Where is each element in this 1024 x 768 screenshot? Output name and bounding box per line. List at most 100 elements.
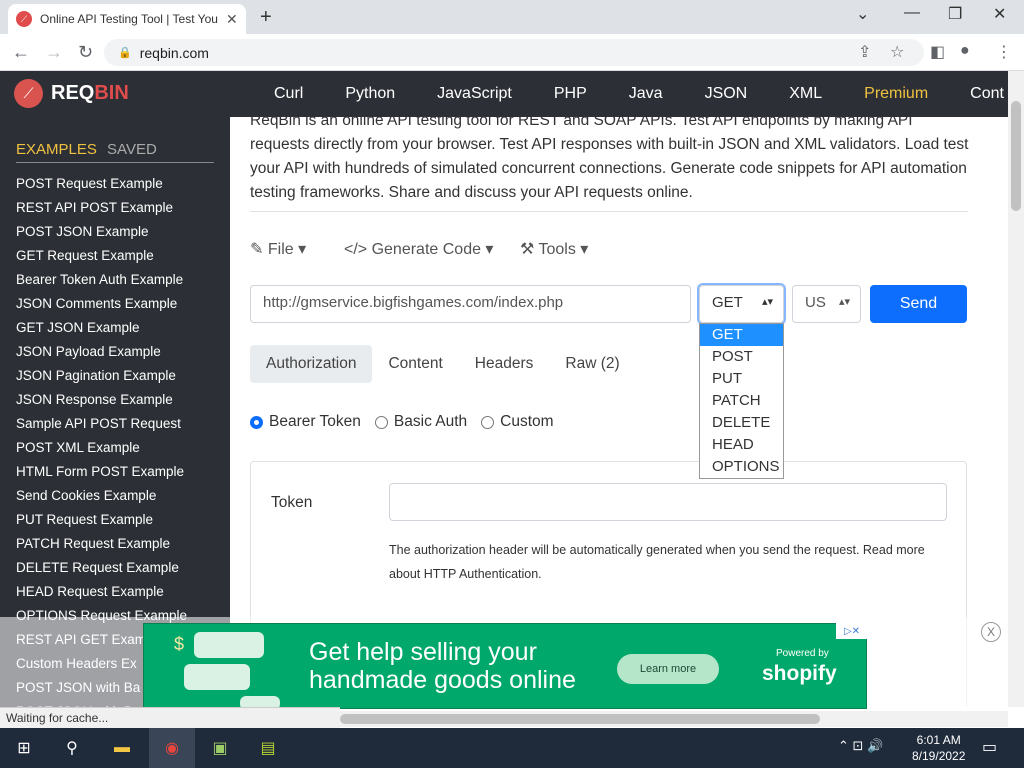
dollar-icon: $ [174,634,185,654]
ad-learn-more-button[interactable]: Learn more [617,654,719,684]
sidebar-example-item[interactable]: HEAD Request Example [16,580,187,604]
new-tab-button[interactable]: + [260,6,272,29]
url-field[interactable]: 🔒 reqbin.com [104,39,924,66]
region-select[interactable]: US ▴▾ [792,285,861,323]
method-option[interactable]: GET [700,324,783,346]
browser-tab[interactable]: ⟋ Online API Testing Tool | Test You ✕ [8,4,246,34]
scrollbar-thumb[interactable] [340,714,820,724]
logo-text-bin: BIN [94,82,129,104]
radio-basic-auth[interactable]: Basic Auth [374,413,468,431]
method-option[interactable]: PUT [700,368,783,390]
method-select[interactable]: GET ▴▾ [699,285,784,323]
send-button[interactable]: Send [870,285,967,323]
taskbar-clock[interactable]: 6:01 AM 8/19/2022 [912,732,965,764]
browser-status-bar: Waiting for cache... [0,707,340,728]
terminal-app-icon[interactable]: ▣ [208,736,232,760]
restore-icon[interactable]: ❐ [948,4,962,24]
method-option[interactable]: OPTIONS [700,456,783,478]
forward-icon[interactable]: → [45,42,63,63]
nav-php[interactable]: PHP [554,85,587,103]
sidebar-example-item[interactable]: JSON Payload Example [16,340,187,364]
share-icon[interactable]: ⇪ [858,42,871,62]
generate-code-label: Generate Code [371,241,481,258]
sidebar-example-item[interactable]: HTML Form POST Example [16,460,187,484]
radio-bearer-token[interactable]: Bearer Token [250,413,361,431]
sidebar-example-item[interactable]: JSON Pagination Example [16,364,187,388]
notification-icon[interactable]: ▭ [982,737,997,757]
sidebar-example-item[interactable]: POST XML Example [16,436,187,460]
reqbin-favicon-icon: ⟋ [16,11,32,27]
windows-taskbar: ⊞ ⚲ ▬ ◉ ▣ ▤ ⌃ ⊡ 🔊 6:01 AM 8/19/2022 ▭ [0,728,1024,768]
sidebar-example-item[interactable]: GET Request Example [16,244,187,268]
sidebar-example-item[interactable]: GET JSON Example [16,316,187,340]
nav-premium[interactable]: Premium [864,85,928,103]
sidebar-example-item[interactable]: JSON Response Example [16,388,187,412]
ad-close-button[interactable]: X [981,622,1001,642]
sidebar-example-item[interactable]: Sample API POST Request [16,412,187,436]
radio-custom[interactable]: Custom [481,413,554,431]
nav-contact[interactable]: Cont [970,85,1004,103]
tab-content[interactable]: Content [372,345,458,383]
sidebar-example-item[interactable]: POST Request Example [16,172,187,196]
sidebar-example-item[interactable]: REST API POST Example [16,196,187,220]
sidebar-example-item[interactable]: POST JSON Example [16,220,187,244]
nav-xml[interactable]: XML [789,85,822,103]
nav-java[interactable]: Java [629,85,663,103]
chrome-icon[interactable]: ◉ [160,736,184,760]
tab-headers[interactable]: Headers [459,345,550,383]
browser-menu-icon[interactable]: ⋮ [996,42,1012,62]
tab-search-icon[interactable]: ⌄ [856,4,869,24]
back-icon[interactable]: ← [12,42,30,63]
side-panel-icon[interactable]: ◧ [930,42,945,62]
radio-label: Basic Auth [393,413,468,430]
address-bar-row: ← → ↻ 🔒 reqbin.com ⇪ ☆ ◧ ● ⋮ [0,34,1024,71]
nav-python[interactable]: Python [345,85,395,103]
sidebar-example-item[interactable]: DELETE Request Example [16,556,187,580]
token-label: Token [271,494,313,511]
sidebar-example-item[interactable]: JSON Comments Example [16,292,187,316]
ad-headline: Get help selling your handmade goods onl… [309,638,576,694]
sidebar-example-item[interactable]: PATCH Request Example [16,532,187,556]
tab-examples[interactable]: EXAMPLES [16,141,97,158]
method-option[interactable]: HEAD [700,434,783,456]
system-tray-icons[interactable]: ⌃ ⊡ 🔊 [838,738,883,754]
tab-raw[interactable]: Raw (2) [549,345,635,383]
close-window-icon[interactable]: ✕ [993,4,1006,24]
request-url-input[interactable]: http://gmservice.bigfishgames.com/index.… [250,285,691,323]
tab-saved[interactable]: SAVED [107,141,157,158]
reqbin-logo[interactable]: ⟋ REQ BIN [14,79,129,108]
page-vertical-scrollbar[interactable] [1008,71,1024,707]
search-icon[interactable]: ⚲ [60,736,84,760]
sidebar-example-item[interactable]: PUT Request Example [16,508,187,532]
method-option[interactable]: DELETE [700,412,783,434]
clock-time: 6:01 AM [916,733,961,747]
adchoices-icon[interactable]: ▷✕ [836,623,868,639]
token-input[interactable] [389,483,947,521]
tab-authorization[interactable]: Authorization [250,345,373,383]
file-menu[interactable]: ✎ File ▾ [250,239,306,259]
sidebar-example-item[interactable]: Bearer Token Auth Example [16,268,187,292]
tab-title: Online API Testing Tool | Test You [40,12,218,26]
nav-json[interactable]: JSON [705,85,748,103]
shopify-logo: shopify [762,662,837,685]
method-option[interactable]: PATCH [700,390,783,412]
generate-code-menu[interactable]: </> Generate Code ▾ [344,239,493,259]
browser-tab-strip: ⟋ Online API Testing Tool | Test You ✕ +… [0,0,1024,34]
tools-menu[interactable]: ⚒ Tools ▾ [520,239,588,259]
tab-close-icon[interactable]: ✕ [226,11,238,28]
minimize-icon[interactable]: — [904,4,920,22]
lock-icon: 🔒 [118,47,132,59]
page-horizontal-scrollbar[interactable] [340,711,1008,727]
nav-javascript[interactable]: JavaScript [437,85,512,103]
bookmark-star-icon[interactable]: ☆ [890,42,904,62]
scrollbar-thumb[interactable] [1011,101,1021,211]
file-explorer-icon[interactable]: ▬ [110,736,134,760]
windows-start-icon[interactable]: ⊞ [12,736,36,760]
method-option[interactable]: POST [700,346,783,368]
profile-avatar-icon[interactable]: ● [960,42,970,60]
reload-icon[interactable]: ↻ [78,42,93,63]
shopify-ad-banner[interactable]: $ Get help selling your handmade goods o… [143,623,868,710]
sidebar-example-item[interactable]: Send Cookies Example [16,484,187,508]
nav-curl[interactable]: Curl [274,85,303,103]
chart-app-icon[interactable]: ▤ [256,736,280,760]
